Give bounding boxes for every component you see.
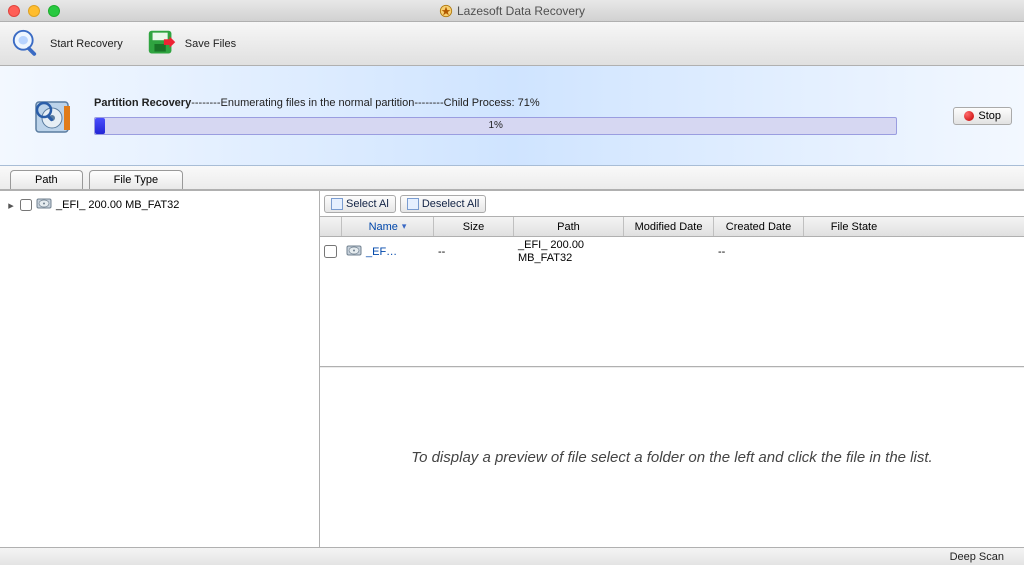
- save-disk-icon: [145, 27, 179, 61]
- disk-icon: [346, 244, 362, 260]
- row-state: [804, 239, 904, 264]
- progress-bar-percent: 1%: [95, 118, 896, 134]
- row-name: _EF…: [366, 246, 397, 258]
- save-files-label: Save Files: [185, 38, 236, 50]
- tree-root-checkbox[interactable]: [20, 199, 32, 211]
- file-list-pane: Select Al Deselect All Name▾ Size Path M…: [320, 191, 1024, 547]
- column-created[interactable]: Created Date: [714, 217, 804, 236]
- file-table-header: Name▾ Size Path Modified Date Created Da…: [320, 217, 1024, 237]
- checkbox-empty-icon: [407, 198, 419, 210]
- start-recovery-button[interactable]: Start Recovery: [10, 27, 123, 61]
- zoom-window-button[interactable]: [48, 5, 60, 17]
- column-path[interactable]: Path: [514, 217, 624, 236]
- column-modified[interactable]: Modified Date: [624, 217, 714, 236]
- tree-root-row[interactable]: ▸ _EFI_ 200.00 MB_FAT32: [6, 195, 313, 215]
- app-logo-icon: [439, 4, 453, 18]
- window-controls: [0, 5, 60, 17]
- deselect-all-label: Deselect All: [422, 198, 479, 210]
- main-content: ▸ _EFI_ 200.00 MB_FAT32 Select Al Desele…: [0, 190, 1024, 547]
- stop-label: Stop: [978, 110, 1001, 122]
- progress-title: Partition Recovery: [94, 97, 191, 109]
- disk-icon: [36, 197, 52, 213]
- progress-detail: --------Enumerating files in the normal …: [191, 97, 539, 109]
- deselect-all-button[interactable]: Deselect All: [400, 195, 486, 213]
- sort-arrow-icon: ▾: [402, 221, 407, 232]
- row-created: --: [714, 239, 804, 264]
- progress-status-text: Partition Recovery--------Enumerating fi…: [94, 97, 897, 109]
- progress-bar: 1%: [94, 117, 897, 135]
- tab-file-type[interactable]: File Type: [89, 170, 183, 189]
- stop-button[interactable]: Stop: [953, 107, 1012, 125]
- save-files-button[interactable]: Save Files: [145, 27, 236, 61]
- folder-tree-pane: ▸ _EFI_ 200.00 MB_FAT32: [0, 191, 320, 547]
- row-checkbox[interactable]: [324, 245, 337, 258]
- close-window-button[interactable]: [8, 5, 20, 17]
- magnifier-disk-icon: [10, 27, 44, 61]
- column-name[interactable]: Name▾: [342, 217, 434, 236]
- progress-panel: Partition Recovery--------Enumerating fi…: [0, 66, 1024, 166]
- row-path: _EFI_ 200.00 MB_FAT32: [514, 239, 624, 264]
- expand-arrow-icon[interactable]: ▸: [6, 199, 16, 212]
- select-all-button[interactable]: Select Al: [324, 195, 396, 213]
- status-bar: Deep Scan: [0, 547, 1024, 565]
- row-modified: [624, 239, 714, 264]
- checkbox-icon: [331, 198, 343, 210]
- minimize-window-button[interactable]: [28, 5, 40, 17]
- column-size[interactable]: Size: [434, 217, 514, 236]
- column-file-state[interactable]: File State: [804, 217, 904, 236]
- preview-placeholder: To display a preview of file select a fo…: [320, 367, 1024, 547]
- scanning-drive-icon: [30, 92, 78, 140]
- table-row[interactable]: _EF… -- _EFI_ 200.00 MB_FAT32 --: [320, 237, 1024, 266]
- toolbar: Start Recovery Save Files: [0, 22, 1024, 66]
- selection-bar: Select Al Deselect All: [320, 191, 1024, 217]
- view-tabs: Path File Type: [0, 166, 1024, 190]
- row-size: --: [434, 239, 514, 264]
- start-recovery-label: Start Recovery: [50, 38, 123, 50]
- scan-mode-label: Deep Scan: [950, 551, 1004, 563]
- window-title: Lazesoft Data Recovery: [457, 4, 585, 18]
- tree-root-label: _EFI_ 200.00 MB_FAT32: [56, 199, 179, 211]
- tab-path[interactable]: Path: [10, 170, 83, 189]
- titlebar: Lazesoft Data Recovery: [0, 0, 1024, 22]
- column-checkbox[interactable]: [320, 217, 342, 236]
- stop-icon: [964, 111, 974, 121]
- select-all-label: Select Al: [346, 198, 389, 210]
